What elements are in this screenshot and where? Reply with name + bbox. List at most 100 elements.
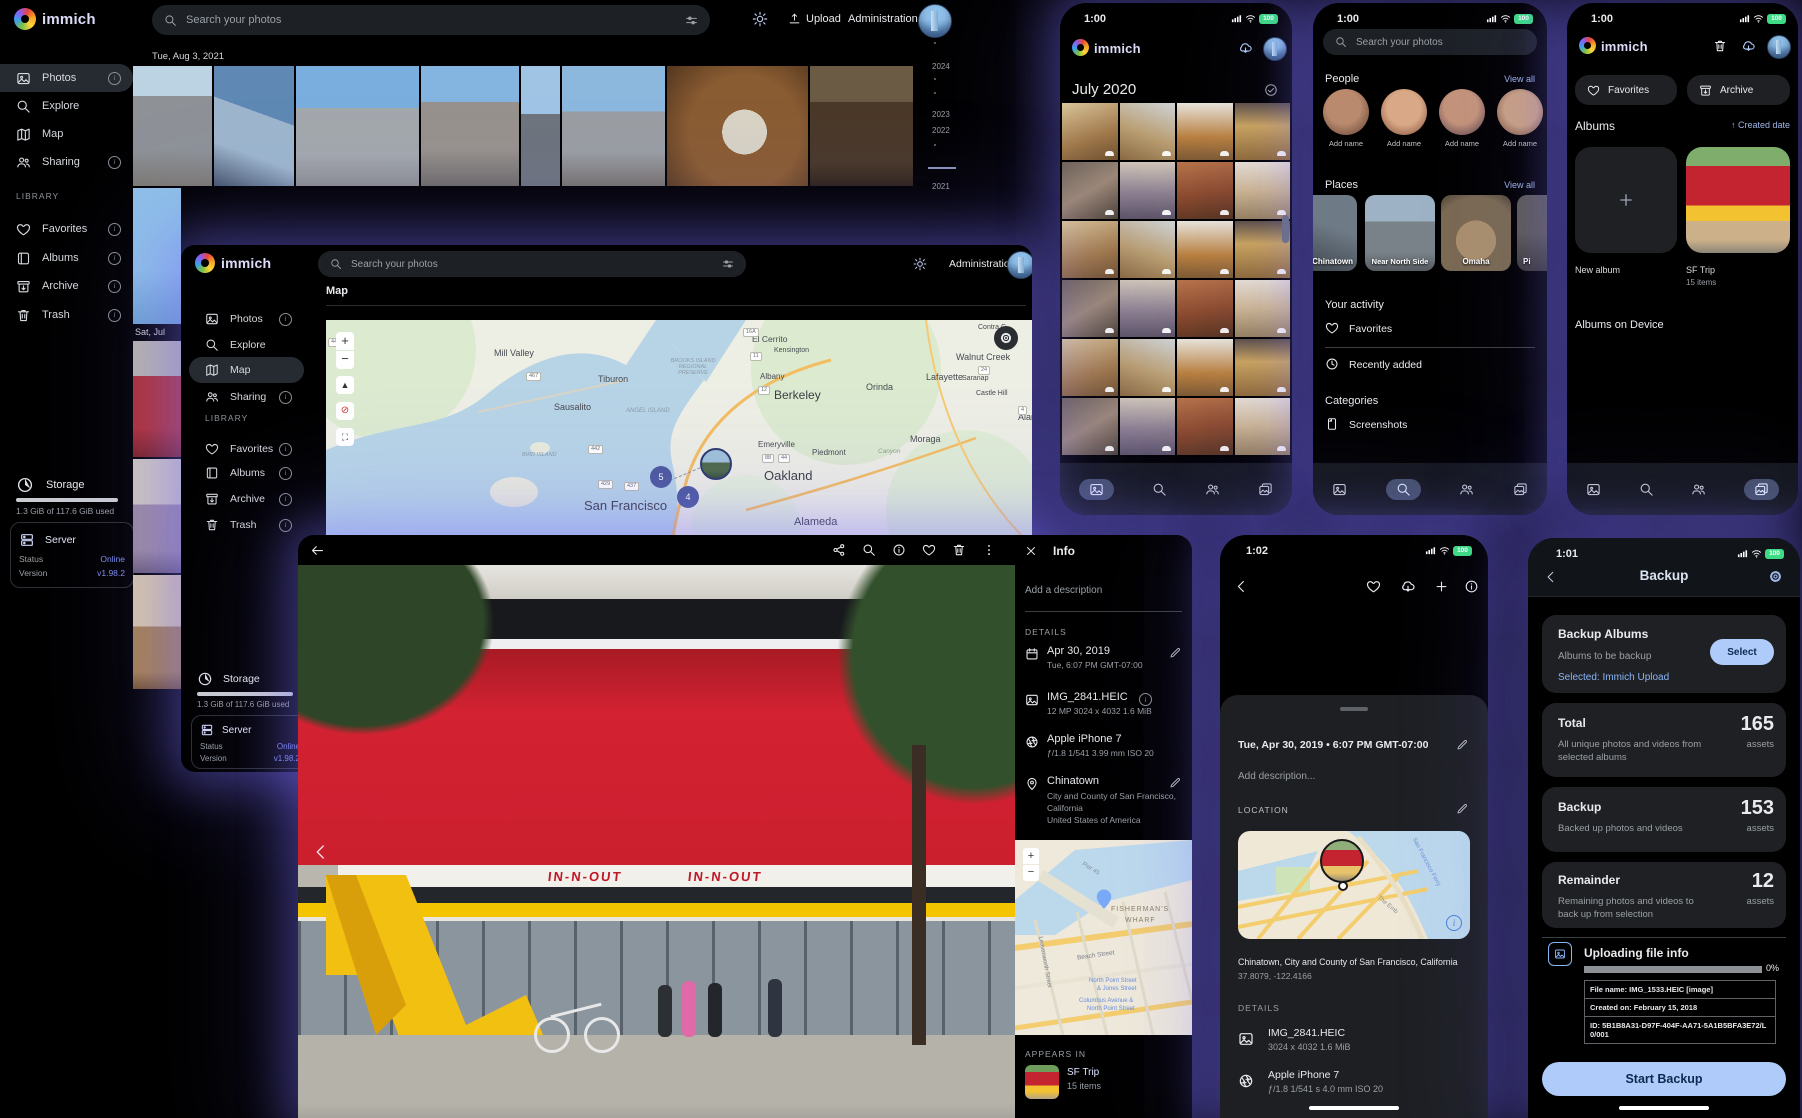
photo-thumbnail[interactable] xyxy=(1177,221,1233,278)
sidebar-item-albums[interactable]: Albumsi xyxy=(0,244,133,272)
sidebar-item-archive[interactable]: Archivei xyxy=(0,272,133,300)
add-name-label[interactable]: Add name xyxy=(1439,139,1485,148)
sort-order-control[interactable]: ↑ Created date xyxy=(1731,120,1790,130)
nav-search[interactable] xyxy=(1386,479,1421,500)
album-link[interactable]: SF Trip xyxy=(1067,1067,1099,1078)
favorites-item[interactable]: Favorites xyxy=(1349,323,1392,335)
map-settings-button[interactable] xyxy=(994,326,1018,350)
gear-icon[interactable] xyxy=(1768,569,1783,584)
album-card-sf-trip[interactable] xyxy=(1686,147,1790,253)
photo-thumbnail[interactable] xyxy=(133,341,181,457)
map-cluster-marker[interactable]: 4 xyxy=(677,486,699,508)
add-name-label[interactable]: Add name xyxy=(1381,139,1427,148)
map-zoom-in-button[interactable]: + xyxy=(336,332,354,350)
info-icon[interactable]: i xyxy=(108,309,121,322)
back-chevron-icon[interactable] xyxy=(1234,579,1249,594)
info-icon[interactable]: i xyxy=(279,467,292,480)
nav-sharing[interactable] xyxy=(1459,482,1474,497)
previous-photo-button[interactable] xyxy=(312,843,330,861)
place-card[interactable]: Pi xyxy=(1517,195,1547,271)
sidebar-item-explore[interactable]: Explore xyxy=(0,92,133,120)
user-avatar[interactable] xyxy=(1007,251,1032,279)
nav-photos[interactable] xyxy=(1332,482,1347,497)
administration-link[interactable]: Administration xyxy=(848,13,918,25)
edit-date-icon[interactable] xyxy=(1456,739,1468,751)
add-description-field[interactable]: Add description... xyxy=(1238,771,1315,782)
face-avatar[interactable] xyxy=(1381,89,1427,135)
info-icon[interactable]: i xyxy=(108,252,121,265)
nav-library[interactable] xyxy=(1258,482,1273,497)
select-albums-button[interactable]: Select xyxy=(1710,639,1774,665)
search-input[interactable]: Search your photos xyxy=(152,5,710,35)
photo-thumbnail[interactable] xyxy=(521,66,560,186)
photo-thumbnail[interactable] xyxy=(1062,103,1118,160)
sidebar-item-map[interactable]: Map xyxy=(189,357,304,383)
sidebar-item-sharing[interactable]: Sharingi xyxy=(189,383,304,411)
screenshots-item[interactable]: Screenshots xyxy=(1349,419,1407,431)
map-filter-button[interactable]: ⊘ xyxy=(336,402,354,420)
places-view-all-link[interactable]: View all xyxy=(1504,180,1535,190)
location-map[interactable]: Pier 45 FISHERMAN'S WHARF Beach Street N… xyxy=(1015,840,1192,1035)
photo-thumbnail[interactable] xyxy=(1177,162,1233,219)
nav-photos[interactable] xyxy=(1079,479,1114,500)
info-icon[interactable] xyxy=(1464,579,1479,594)
sidebar-item-trash[interactable]: Trashi xyxy=(0,301,133,329)
info-icon[interactable]: i xyxy=(108,156,121,169)
nav-search[interactable] xyxy=(1152,482,1167,497)
nav-search[interactable] xyxy=(1639,482,1654,497)
more-options-icon[interactable] xyxy=(982,543,996,557)
photo-thumbnail[interactable] xyxy=(1062,280,1118,337)
photo-thumbnail[interactable] xyxy=(133,66,212,186)
info-icon[interactable]: i xyxy=(279,391,292,404)
upload-button[interactable]: Upload xyxy=(806,13,841,25)
start-backup-button[interactable]: Start Backup xyxy=(1542,1062,1786,1096)
cloud-download-icon[interactable] xyxy=(1400,579,1416,595)
sidebar-item-map[interactable]: Map xyxy=(0,120,133,148)
new-album-card[interactable] xyxy=(1575,147,1677,253)
detail-sheet[interactable]: Tue, Apr 30, 2019 • 6:07 PM GMT-07:00 Ad… xyxy=(1220,695,1488,1118)
sidebar-item-favorites[interactable]: Favoritesi xyxy=(0,215,133,243)
info-icon[interactable]: i xyxy=(108,72,121,85)
sheet-drag-handle[interactable] xyxy=(1340,707,1368,711)
info-icon[interactable]: i xyxy=(279,493,292,506)
photo-thumbnail[interactable] xyxy=(1177,280,1233,337)
sidebar-item-photos[interactable]: Photosi xyxy=(0,64,133,92)
photo-thumbnail[interactable] xyxy=(1235,339,1291,396)
info-icon[interactable]: i xyxy=(279,519,292,532)
share-icon[interactable] xyxy=(832,543,846,557)
search-input[interactable]: Search your photos xyxy=(318,251,746,277)
sidebar-item-explore[interactable]: Explore xyxy=(189,331,304,359)
user-avatar[interactable] xyxy=(1767,35,1791,59)
info-icon[interactable]: i xyxy=(279,443,292,456)
photo-thumbnail[interactable] xyxy=(133,188,181,324)
photo-thumbnail[interactable] xyxy=(1177,398,1233,455)
info-icon[interactable] xyxy=(892,543,906,557)
sidebar-item-trash[interactable]: Trashi xyxy=(189,511,304,539)
add-name-label[interactable]: Add name xyxy=(1497,139,1543,148)
map-zoom-out-button[interactable]: − xyxy=(1023,865,1039,881)
face-avatar[interactable] xyxy=(1439,89,1485,135)
photo-thumbnail[interactable] xyxy=(562,66,665,186)
sidebar-item-sharing[interactable]: Sharingi xyxy=(0,148,133,176)
delete-icon[interactable] xyxy=(952,543,966,557)
map-compass-button[interactable]: ▲ xyxy=(336,376,354,394)
photo-thumbnail[interactable] xyxy=(810,66,913,186)
map-zoom-in-button[interactable]: + xyxy=(1023,848,1039,864)
info-icon[interactable]: i xyxy=(279,313,292,326)
map-photo-marker[interactable] xyxy=(700,448,732,480)
nav-sharing[interactable] xyxy=(1205,482,1220,497)
photo-thumbnail[interactable] xyxy=(667,66,808,186)
timeline-scrubber[interactable]: 2024 2023 2022 2021 xyxy=(928,36,958,256)
location-map-card[interactable]: San Francisco Ferry The Emb i xyxy=(1238,831,1470,939)
theme-toggle-icon[interactable] xyxy=(752,11,768,27)
photo-thumbnail[interactable] xyxy=(1062,339,1118,396)
photo-thumbnail[interactable] xyxy=(1235,398,1291,455)
zoom-icon[interactable] xyxy=(862,543,876,557)
photo-row[interactable] xyxy=(133,66,913,186)
add-name-label[interactable]: Add name xyxy=(1323,139,1369,148)
photo-thumbnail[interactable] xyxy=(1120,339,1176,396)
close-icon[interactable] xyxy=(1025,545,1037,557)
theme-toggle-icon[interactable] xyxy=(913,257,927,271)
photo-thumbnail[interactable] xyxy=(1120,398,1176,455)
add-icon[interactable] xyxy=(1434,579,1449,594)
